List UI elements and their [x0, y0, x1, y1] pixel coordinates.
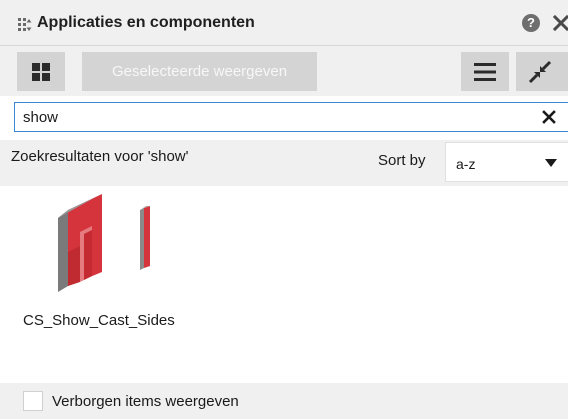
close-icon[interactable] [552, 14, 568, 32]
sort-label: Sort by [378, 152, 426, 169]
result-item[interactable]: CS_Show_Cast_Sides [20, 192, 200, 342]
collapse-icon [528, 60, 552, 84]
panel-header: Applicaties en componenten ? [0, 0, 568, 46]
clear-icon[interactable] [542, 110, 556, 124]
grid-view-icon [32, 63, 50, 81]
results-header: Zoekresultaten voor 'show' Sort by a-z [0, 140, 568, 186]
collapse-button[interactable] [516, 52, 568, 91]
results-label: Zoekresultaten voor 'show' [11, 148, 189, 165]
list-view-icon [474, 63, 496, 81]
sort-value: a-z [456, 156, 476, 172]
search-box [14, 102, 568, 132]
grid-view-button[interactable] [17, 52, 65, 91]
toolbar: Geselecteerde weergeven [0, 46, 568, 96]
footer: Verborgen items weergeven [0, 383, 568, 419]
list-view-button[interactable] [461, 52, 509, 91]
show-hidden-checkbox[interactable] [23, 391, 43, 411]
chevron-down-icon [545, 159, 557, 167]
show-selected-button[interactable]: Geselecteerde weergeven [82, 52, 317, 91]
show-hidden-label[interactable]: Verborgen items weergeven [52, 393, 239, 410]
result-item-label: CS_Show_Cast_Sides [23, 312, 175, 329]
search-input[interactable] [23, 107, 523, 127]
help-icon[interactable]: ? [522, 14, 540, 32]
panel-title: Applicaties en componenten [37, 14, 255, 31]
sort-select[interactable]: a-z [445, 142, 568, 182]
results-area: CS_Show_Cast_Sides [0, 186, 568, 383]
component-thumbnail-icon [58, 194, 150, 292]
drag-handle-icon[interactable] [18, 18, 32, 32]
